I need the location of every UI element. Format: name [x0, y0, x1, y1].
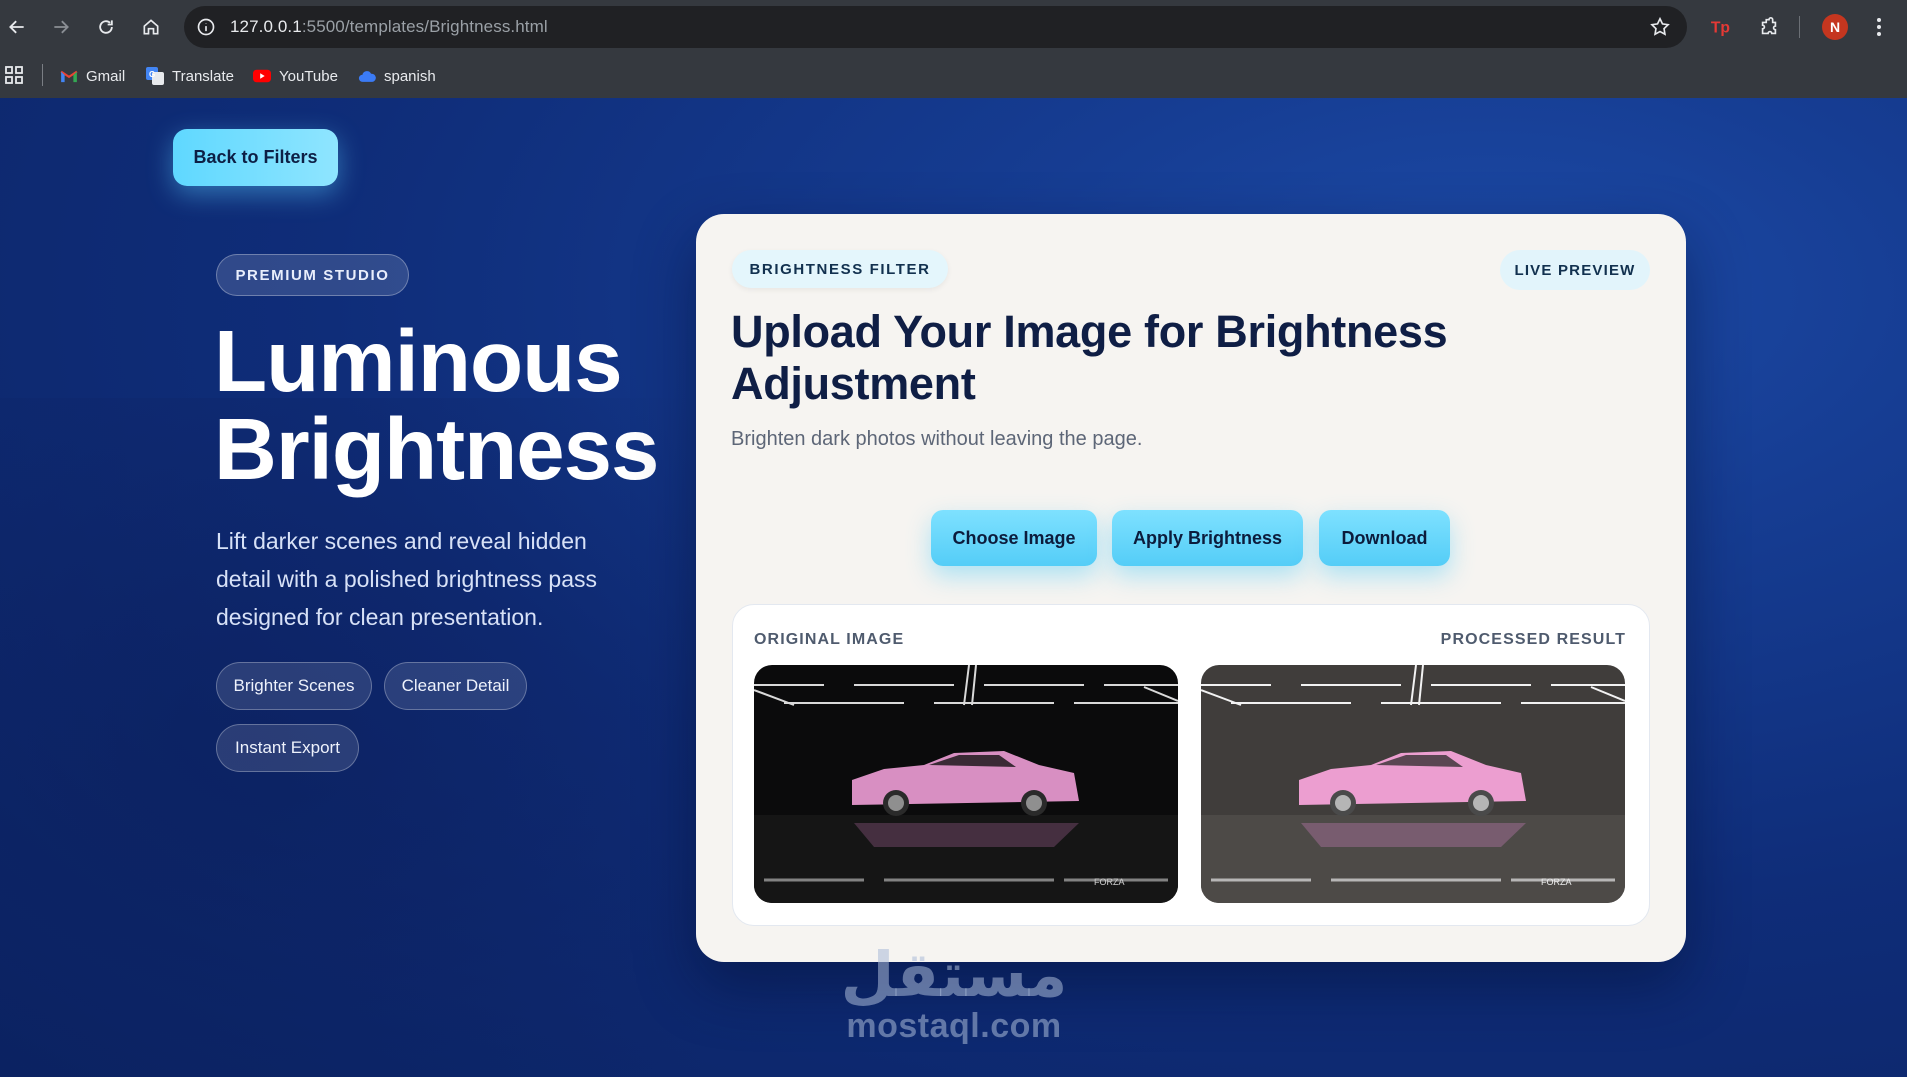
back-arrow-icon[interactable] — [2, 12, 32, 42]
bookmark-spanish[interactable]: spanish — [358, 63, 436, 89]
bookmark-youtube[interactable]: YouTube — [253, 63, 338, 89]
address-bar[interactable]: 127.0.0.1:5500/templates/Brightness.html — [184, 6, 1687, 48]
svg-text:G: G — [149, 70, 155, 79]
bookmark-translate[interactable]: G Translate — [146, 63, 234, 89]
card-subtitle: Brighten dark photos without leaving the… — [731, 428, 1143, 450]
bookmark-label: spanish — [384, 67, 436, 85]
comparison-panel: ORIGINAL IMAGE PROCESSED RESULT FORZA FO… — [732, 604, 1650, 926]
toolbar-divider — [1799, 16, 1800, 38]
bookmark-gmail[interactable]: Gmail — [60, 63, 125, 89]
translate-icon: G — [146, 67, 164, 85]
hero-title-line2: Brightness — [214, 401, 659, 498]
chip-instant-export: Instant Export — [216, 724, 359, 772]
page-content: Back to Filters PREMIUM STUDIO Luminous … — [0, 98, 1907, 1077]
hero-title: Luminous Brightness — [214, 318, 674, 494]
url-text: 127.0.0.1:5500/templates/Brightness.html — [230, 17, 548, 37]
url-host: 127.0.0.1 — [230, 17, 302, 36]
svg-text:Tp: Tp — [1711, 20, 1730, 37]
watermark-arabic: مستقل — [840, 938, 1068, 1011]
original-image-preview: FORZA — [754, 665, 1178, 903]
processed-image-preview: FORZA — [1201, 665, 1625, 903]
reload-icon[interactable] — [91, 12, 121, 42]
site-info-icon[interactable] — [196, 17, 216, 37]
url-path: :5500/templates/Brightness.html — [301, 17, 548, 36]
bookmark-label: YouTube — [279, 67, 338, 85]
apply-brightness-button[interactable]: Apply Brightness — [1112, 510, 1303, 566]
processed-result-label: PROCESSED RESULT — [1440, 631, 1626, 648]
more-menu-icon[interactable] — [1872, 15, 1886, 39]
choose-image-button[interactable]: Choose Image — [931, 510, 1097, 566]
watermark-latin: mostaql.com — [846, 1007, 1062, 1045]
profile-avatar[interactable]: N — [1822, 14, 1848, 40]
bookmark-label: Gmail — [86, 67, 126, 85]
extension-tp-icon[interactable]: Tp — [1708, 14, 1734, 40]
mostaql-watermark: مستقل mostaql.com — [836, 938, 1072, 1045]
youtube-icon — [253, 67, 271, 85]
browser-chrome: 127.0.0.1:5500/templates/Brightness.html… — [0, 0, 1907, 98]
home-icon[interactable] — [136, 12, 166, 42]
bookmarks-bar: Gmail G Translate YouTube spanish — [0, 54, 1907, 98]
gmail-icon — [60, 67, 78, 85]
bookmark-label: Translate — [172, 67, 234, 85]
hero-description: Lift darker scenes and reveal hidden det… — [216, 528, 598, 630]
back-to-filters-button[interactable]: Back to Filters — [173, 129, 338, 186]
card-title: Upload Your Image for Brightness Adjustm… — [731, 306, 1448, 409]
original-image-label: ORIGINAL IMAGE — [754, 631, 905, 648]
bookmark-star-icon[interactable] — [1649, 16, 1671, 38]
browser-toolbar: 127.0.0.1:5500/templates/Brightness.html… — [0, 0, 1907, 54]
upload-card: BRIGHTNESS FILTER LIVE PREVIEW Upload Yo… — [696, 214, 1686, 962]
download-button[interactable]: Download — [1319, 510, 1450, 566]
forward-arrow-icon[interactable] — [46, 12, 76, 42]
bookmarks-divider — [42, 64, 43, 86]
hero-title-line1: Luminous — [214, 313, 623, 410]
extensions-puzzle-icon[interactable] — [1756, 14, 1782, 40]
svg-text:FORZA: FORZA — [1541, 877, 1572, 887]
premium-studio-badge: PREMIUM STUDIO — [216, 254, 409, 296]
brightness-filter-tag: BRIGHTNESS FILTER — [732, 250, 948, 288]
cloud-icon — [358, 67, 376, 85]
chip-cleaner-detail: Cleaner Detail — [384, 662, 527, 710]
live-preview-tag: LIVE PREVIEW — [1500, 250, 1650, 290]
chip-brighter-scenes: Brighter Scenes — [216, 662, 372, 710]
svg-text:FORZA: FORZA — [1094, 877, 1125, 887]
apps-grid-icon[interactable] — [4, 65, 24, 85]
